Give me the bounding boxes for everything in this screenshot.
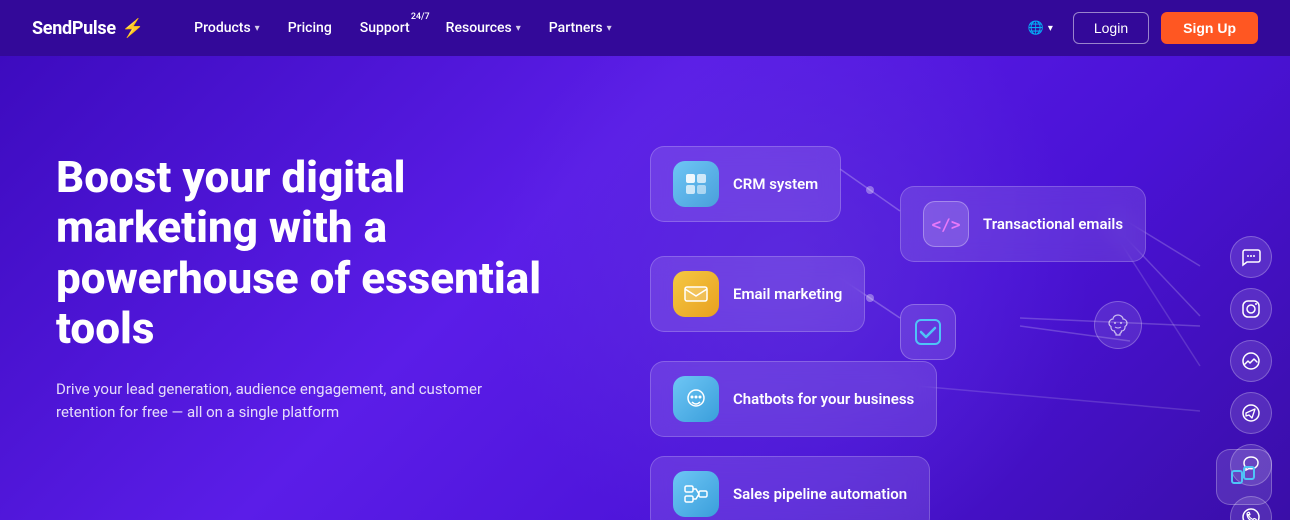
email-icon — [673, 271, 719, 317]
language-selector[interactable]: 🌐 ▾ — [1020, 15, 1061, 42]
globe-icon: 🌐 — [1028, 21, 1044, 36]
chevron-down-icon: ▾ — [607, 23, 612, 34]
hero-title: Boost your digital marketing with a powe… — [56, 152, 560, 354]
nav-item-resources[interactable]: Resources ▾ — [432, 0, 535, 56]
nav-links: Products ▾ Pricing Support 24/7 Resource… — [180, 0, 1019, 56]
signup-button[interactable]: Sign Up — [1161, 12, 1258, 44]
chat-bubble-icon — [1230, 236, 1272, 278]
hero-left: Boost your digital marketing with a powe… — [0, 152, 560, 425]
sales-label: Sales pipeline automation — [733, 485, 907, 503]
nav-item-support[interactable]: Support 24/7 — [346, 0, 432, 56]
feature-card-chatbot[interactable]: Chatbots for your business — [650, 361, 937, 437]
logo-icon: ⚡ — [122, 18, 144, 39]
navigation: SendPulse ⚡ Products ▾ Pricing Support 2… — [0, 0, 1290, 56]
email-label: Email marketing — [733, 285, 842, 303]
chatbot-icon — [673, 376, 719, 422]
login-button[interactable]: Login — [1073, 12, 1149, 44]
nav-right: 🌐 ▾ Login Sign Up — [1020, 12, 1258, 44]
feature-card-check[interactable] — [900, 304, 956, 360]
hero-section: Boost your digital marketing with a powe… — [0, 56, 1290, 520]
chevron-down-icon: ▾ — [516, 23, 521, 34]
nav-item-partners[interactable]: Partners ▾ — [535, 0, 626, 56]
feature-card-email[interactable]: Email marketing — [650, 256, 865, 332]
chatbot-label: Chatbots for your business — [733, 390, 914, 408]
feature-card-partial[interactable] — [1216, 449, 1272, 505]
crm-icon — [673, 161, 719, 207]
transact-label: Transactional emails — [983, 215, 1123, 233]
transact-icon: </> — [923, 201, 969, 247]
hero-right: CRM system Email marketing — [590, 56, 1290, 520]
feature-card-transact[interactable]: </> Transactional emails — [900, 186, 1146, 262]
instagram-icon — [1230, 288, 1272, 330]
feature-card-crm[interactable]: CRM system — [650, 146, 841, 222]
logo-text: SendPulse — [32, 18, 116, 39]
sales-icon — [673, 471, 719, 517]
logo[interactable]: SendPulse ⚡ — [32, 18, 144, 39]
feature-card-sales[interactable]: Sales pipeline automation — [650, 456, 930, 520]
crm-label: CRM system — [733, 175, 818, 193]
ai-icon[interactable] — [1094, 301, 1142, 349]
hero-subtitle: Drive your lead generation, audience eng… — [56, 378, 496, 425]
chevron-down-icon: ▾ — [1048, 23, 1053, 34]
messenger-icon — [1230, 340, 1272, 382]
nav-item-products[interactable]: Products ▾ — [180, 0, 274, 56]
nav-item-pricing[interactable]: Pricing — [274, 0, 346, 56]
chevron-down-icon: ▾ — [255, 23, 260, 34]
telegram-icon — [1230, 392, 1272, 434]
